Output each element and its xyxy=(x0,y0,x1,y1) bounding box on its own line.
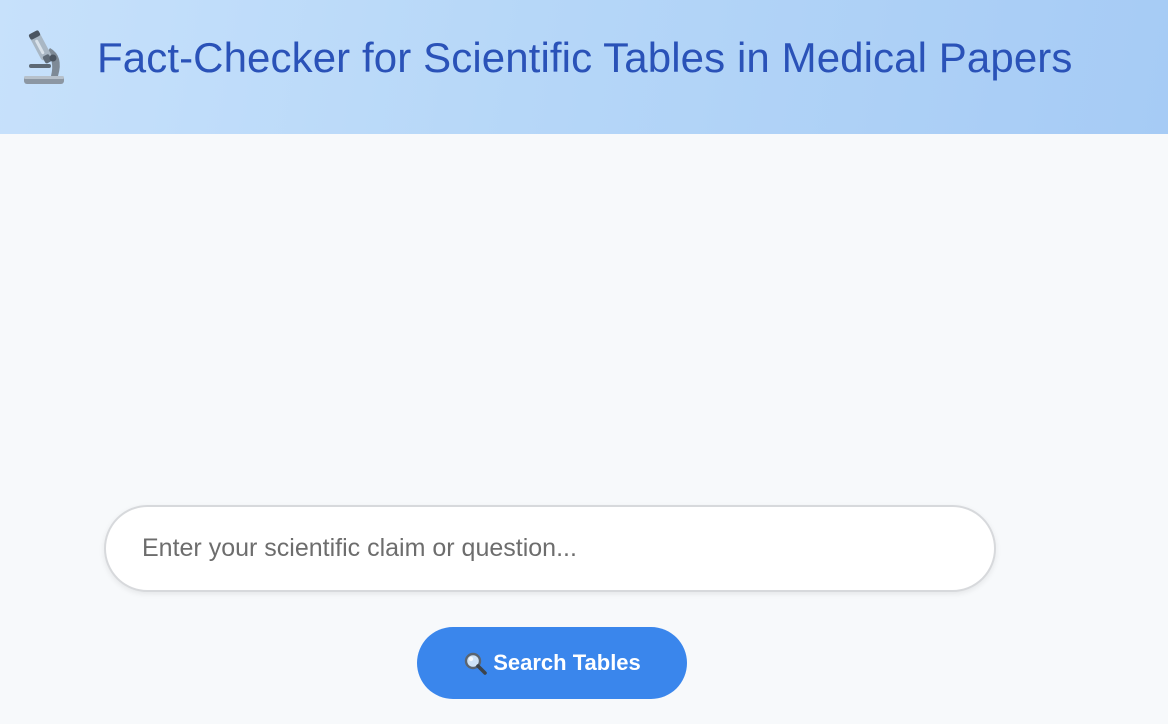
search-tables-button[interactable]: Search Tables xyxy=(417,627,687,699)
search-button-label: Search Tables xyxy=(493,650,641,675)
search-input[interactable] xyxy=(142,507,972,590)
search-field-container xyxy=(104,505,996,592)
magnifier-icon xyxy=(463,651,488,675)
microscope-icon xyxy=(20,26,70,88)
app-header: Fact-Checker for Scientific Tables in Me… xyxy=(0,0,1168,134)
page-title: Fact-Checker for Scientific Tables in Me… xyxy=(97,34,1073,81)
